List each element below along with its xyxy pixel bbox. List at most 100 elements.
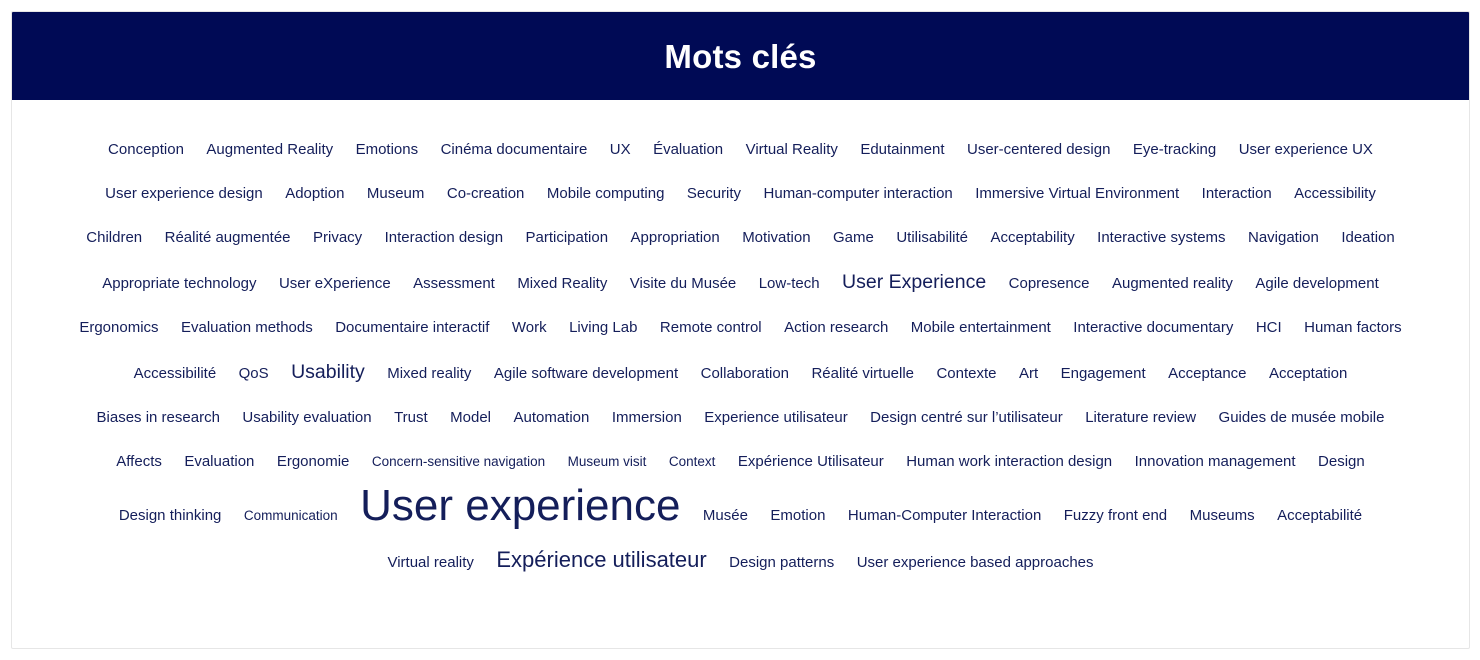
keyword-tag[interactable]: Visite du Musée	[630, 275, 736, 292]
keyword-tag[interactable]: User-centered design	[967, 141, 1110, 158]
keyword-tag[interactable]: Interactive systems	[1097, 229, 1225, 246]
keyword-tag[interactable]: Action research	[784, 319, 888, 336]
keyword-tag[interactable]: User experience based approaches	[857, 554, 1094, 571]
keyword-tag[interactable]: Virtual reality	[387, 554, 473, 571]
keyword-tag[interactable]: Edutainment	[860, 141, 944, 158]
keyword-tag[interactable]: Interaction design	[385, 229, 503, 246]
keyword-tag[interactable]: Concern-sensitive navigation	[372, 454, 545, 469]
keyword-tag[interactable]: Guides de musée mobile	[1219, 409, 1385, 426]
keyword-tag[interactable]: Remote control	[660, 319, 762, 336]
keyword-tag[interactable]: Acceptability	[990, 229, 1074, 246]
keyword-tag[interactable]: Ergonomie	[277, 453, 350, 470]
keyword-tag[interactable]: Acceptation	[1269, 365, 1347, 382]
keyword-tag[interactable]: Motivation	[742, 229, 810, 246]
keyword-tag[interactable]: Game	[833, 229, 874, 246]
keyword-tag[interactable]: Museums	[1190, 507, 1255, 524]
keyword-tag[interactable]: Acceptabilité	[1277, 507, 1362, 524]
keyword-tag[interactable]: Réalité augmentée	[165, 229, 291, 246]
keyword-tag[interactable]: Engagement	[1061, 365, 1146, 382]
keyword-tag[interactable]: Living Lab	[569, 319, 637, 336]
keyword-tag[interactable]: Accessibility	[1294, 185, 1376, 202]
keyword-tag[interactable]: Design patterns	[729, 554, 834, 571]
keyword-tag[interactable]: Contexte	[936, 365, 996, 382]
keyword-tag[interactable]: Virtual Reality	[746, 141, 838, 158]
keyword-tag[interactable]: Agile software development	[494, 365, 678, 382]
keyword-tag[interactable]: Art	[1019, 365, 1038, 382]
keyword-tag[interactable]: Collaboration	[701, 365, 789, 382]
keyword-tag[interactable]: Évaluation	[653, 141, 723, 158]
keyword-tag[interactable]: Literature review	[1085, 409, 1196, 426]
keyword-tag[interactable]: Mixed reality	[387, 365, 471, 382]
keyword-tag[interactable]: Interaction	[1202, 185, 1272, 202]
keyword-tag[interactable]: Privacy	[313, 229, 362, 246]
keyword-tag[interactable]: User experience	[360, 481, 680, 530]
keyword-tag[interactable]: Usability	[291, 361, 365, 383]
keyword-tag[interactable]: Communication	[244, 508, 338, 523]
keyword-tag[interactable]: Biases in research	[97, 409, 220, 426]
keyword-tag[interactable]: Mixed Reality	[517, 275, 607, 292]
keyword-tag[interactable]: User eXperience	[279, 275, 391, 292]
keyword-tag[interactable]: Mobile entertainment	[911, 319, 1051, 336]
keyword-tag[interactable]: Appropriation	[631, 229, 720, 246]
keyword-tag[interactable]: Cinéma documentaire	[441, 141, 588, 158]
keyword-tag[interactable]: Museum	[367, 185, 425, 202]
keyword-tag[interactable]: Accessibilité	[134, 365, 217, 382]
keyword-tag[interactable]: Human work interaction design	[906, 453, 1112, 470]
keyword-tag[interactable]: QoS	[239, 365, 269, 382]
keyword-tag[interactable]: Réalité virtuelle	[811, 365, 914, 382]
keyword-tag[interactable]: Conception	[108, 141, 184, 158]
keyword-tag[interactable]: Evaluation	[184, 453, 254, 470]
keyword-tag[interactable]: Museum visit	[568, 454, 647, 469]
keyword-tag[interactable]: Automation	[513, 409, 589, 426]
keyword-tag[interactable]: Context	[669, 454, 716, 469]
keyword-tag[interactable]: Human factors	[1304, 319, 1402, 336]
keyword-tag[interactable]: Work	[512, 319, 547, 336]
keyword-tag[interactable]: Acceptance	[1168, 365, 1246, 382]
keyword-tag[interactable]: Ergonomics	[79, 319, 158, 336]
keyword-tag[interactable]: Immersion	[612, 409, 682, 426]
keyword-tag[interactable]: Human-computer interaction	[764, 185, 953, 202]
keyword-tag[interactable]: User experience UX	[1239, 141, 1373, 158]
keyword-tag[interactable]: Experience utilisateur	[704, 409, 847, 426]
keyword-tag[interactable]: Security	[687, 185, 741, 202]
keyword-tag[interactable]: Fuzzy front end	[1064, 507, 1167, 524]
keyword-tag[interactable]: Expérience utilisateur	[496, 547, 706, 572]
keyword-tag[interactable]: Interactive documentary	[1073, 319, 1233, 336]
keyword-tag[interactable]: User experience design	[105, 185, 263, 202]
keyword-tag[interactable]: Ideation	[1341, 229, 1394, 246]
keyword-tag[interactable]: Copresence	[1009, 275, 1090, 292]
keyword-tag[interactable]: Adoption	[285, 185, 344, 202]
keyword-tag[interactable]: Utilisabilité	[896, 229, 968, 246]
keyword-tag[interactable]: Musée	[703, 507, 748, 524]
keyword-tag[interactable]: Augmented Reality	[206, 141, 333, 158]
keyword-tag[interactable]: Mobile computing	[547, 185, 665, 202]
keyword-tag[interactable]: Eye-tracking	[1133, 141, 1216, 158]
keyword-tag[interactable]: UX	[610, 141, 631, 158]
keyword-tag[interactable]: Documentaire interactif	[335, 319, 489, 336]
keyword-tag[interactable]: Agile development	[1255, 275, 1378, 292]
keyword-tag[interactable]: Co-creation	[447, 185, 525, 202]
keyword-tag[interactable]: Evaluation methods	[181, 319, 313, 336]
keyword-tag[interactable]: Affects	[116, 453, 162, 470]
keyword-tag[interactable]: User Experience	[842, 271, 986, 293]
keyword-tag[interactable]: Emotions	[356, 141, 419, 158]
keyword-tag[interactable]: Design	[1318, 453, 1365, 470]
keyword-tag[interactable]: Innovation management	[1135, 453, 1296, 470]
keyword-tag[interactable]: Assessment	[413, 275, 495, 292]
keyword-tag[interactable]: Participation	[526, 229, 609, 246]
keyword-tag[interactable]: Emotion	[770, 507, 825, 524]
keyword-tag[interactable]: Children	[86, 229, 142, 246]
keyword-tag[interactable]: Appropriate technology	[102, 275, 256, 292]
keyword-tag[interactable]: Trust	[394, 409, 428, 426]
keyword-tag[interactable]: Navigation	[1248, 229, 1319, 246]
keyword-tag[interactable]: Usability evaluation	[242, 409, 371, 426]
keyword-tag[interactable]: Immersive Virtual Environment	[975, 185, 1179, 202]
keyword-tag[interactable]: Low-tech	[759, 275, 820, 292]
keyword-tag[interactable]: Model	[450, 409, 491, 426]
keyword-tag[interactable]: Design thinking	[119, 507, 222, 524]
keyword-tag[interactable]: Expérience Utilisateur	[738, 453, 884, 470]
keyword-tag[interactable]: Augmented reality	[1112, 275, 1233, 292]
keyword-tag[interactable]: HCI	[1256, 319, 1282, 336]
keyword-tag[interactable]: Human-Computer Interaction	[848, 507, 1041, 524]
keyword-tag[interactable]: Design centré sur l’utilisateur	[870, 409, 1063, 426]
